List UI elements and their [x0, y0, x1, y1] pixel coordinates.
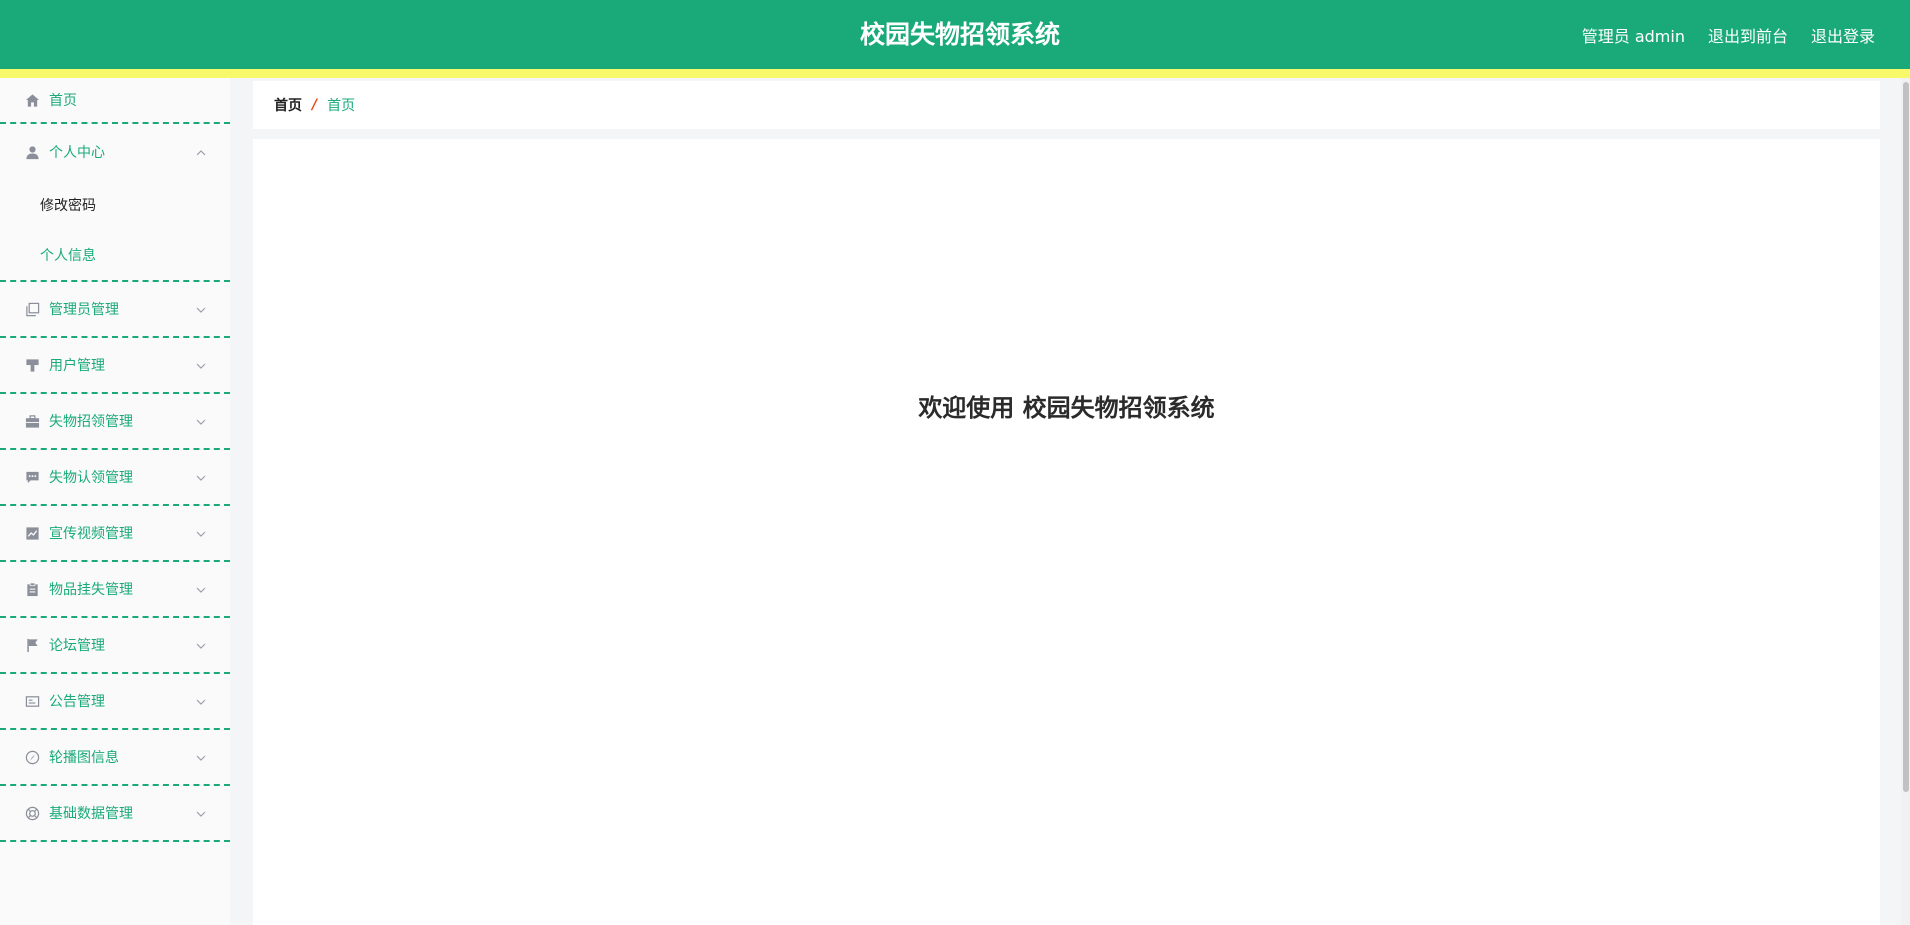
- chevron-down-icon: [194, 806, 208, 820]
- flag-icon: [24, 637, 40, 653]
- scrollbar-thumb[interactable]: [1903, 82, 1909, 792]
- sidebar-item-label: 个人中心: [49, 145, 105, 161]
- main-content: 欢迎使用 校园失物招领系统: [253, 139, 1880, 925]
- sidebar-item-claim-management[interactable]: 失物认领管理: [0, 450, 230, 506]
- lifebuoy-icon: [24, 805, 40, 821]
- chevron-down-icon: [194, 470, 208, 484]
- sidebar-item-loss-report-management[interactable]: 物品挂失管理: [0, 562, 230, 618]
- chevron-down-icon: [194, 694, 208, 708]
- home-icon: [24, 92, 40, 108]
- sidebar-subitem-profile[interactable]: 个人信息: [0, 230, 230, 280]
- briefcase-icon: [24, 413, 40, 429]
- sidebar-item-label: 论坛管理: [49, 638, 105, 654]
- copy-icon: [24, 301, 40, 317]
- welcome-title: 欢迎使用 校园失物招领系统: [918, 394, 1215, 422]
- chevron-down-icon: [194, 582, 208, 596]
- chevron-up-icon: [194, 145, 208, 159]
- breadcrumb: 首页 / 首页: [253, 81, 1880, 129]
- sidebar-item-base-data-management[interactable]: 基础数据管理: [0, 786, 230, 842]
- user-icon: [24, 144, 40, 160]
- sidebar-item-video-management[interactable]: 宣传视频管理: [0, 506, 230, 562]
- sidebar-item-label: 基础数据管理: [49, 806, 133, 822]
- admin-user-label: 管理员 admin: [1581, 26, 1685, 46]
- sidebar-item-label: 失物招领管理: [49, 414, 133, 430]
- sidebar-item-label: 轮播图信息: [49, 750, 119, 766]
- page-scrollbar[interactable]: [1901, 78, 1910, 925]
- sidebar-item-label: 物品挂失管理: [49, 582, 133, 598]
- header-accent-stripe: [0, 69, 1910, 78]
- breadcrumb-separator: /: [312, 97, 318, 113]
- chat-icon: [24, 469, 40, 485]
- top-bar: 校园失物招领系统 管理员 admin 退出到前台 退出登录: [0, 0, 1910, 69]
- chevron-down-icon: [194, 638, 208, 652]
- chevron-down-icon: [194, 302, 208, 316]
- chart-icon: [24, 525, 40, 541]
- breadcrumb-home-link[interactable]: 首页: [274, 95, 302, 115]
- sidebar-item-label: 宣传视频管理: [49, 526, 133, 542]
- chevron-down-icon: [194, 750, 208, 764]
- sidebar-item-label: 失物认领管理: [49, 470, 133, 486]
- chevron-down-icon: [194, 358, 208, 372]
- sidebar-item-user-management[interactable]: 用户管理: [0, 338, 230, 394]
- chevron-down-icon: [194, 414, 208, 428]
- sidebar-item-carousel-info[interactable]: 轮播图信息: [0, 730, 230, 786]
- sidebar-item-home[interactable]: 首页: [0, 78, 230, 124]
- sidebar-subitem-change-password[interactable]: 修改密码: [0, 180, 230, 230]
- sidebar: 首页 个人中心 修改密码 个人信息 管理员管理 用户管理 失物招领管理 失物认领…: [0, 78, 230, 925]
- sidebar-item-lost-found-management[interactable]: 失物招领管理: [0, 394, 230, 450]
- clipboard-icon: [24, 581, 40, 597]
- top-actions: 管理员 admin 退出到前台 退出登录: [1582, 0, 1875, 69]
- sidebar-item-notice-management[interactable]: 公告管理: [0, 674, 230, 730]
- breadcrumb-current: 首页: [327, 98, 356, 114]
- sidebar-item-label: 管理员管理: [49, 302, 119, 318]
- sidebar-item-label: 首页: [49, 93, 77, 109]
- notice-icon: [24, 693, 40, 709]
- sidebar-item-forum-management[interactable]: 论坛管理: [0, 618, 230, 674]
- sidebar-item-label: 用户管理: [49, 358, 105, 374]
- logout-link[interactable]: 退出登录: [1811, 23, 1875, 47]
- exit-to-front-link[interactable]: 退出到前台: [1708, 23, 1788, 47]
- sidebar-item-label: 公告管理: [49, 694, 105, 710]
- compass-icon: [24, 749, 40, 765]
- sidebar-item-admin-management[interactable]: 管理员管理: [0, 282, 230, 338]
- brush-icon: [24, 357, 40, 373]
- sidebar-item-personal-center[interactable]: 个人中心: [0, 124, 230, 180]
- chevron-down-icon: [194, 526, 208, 540]
- personal-center-submenu: 修改密码 个人信息: [0, 180, 230, 282]
